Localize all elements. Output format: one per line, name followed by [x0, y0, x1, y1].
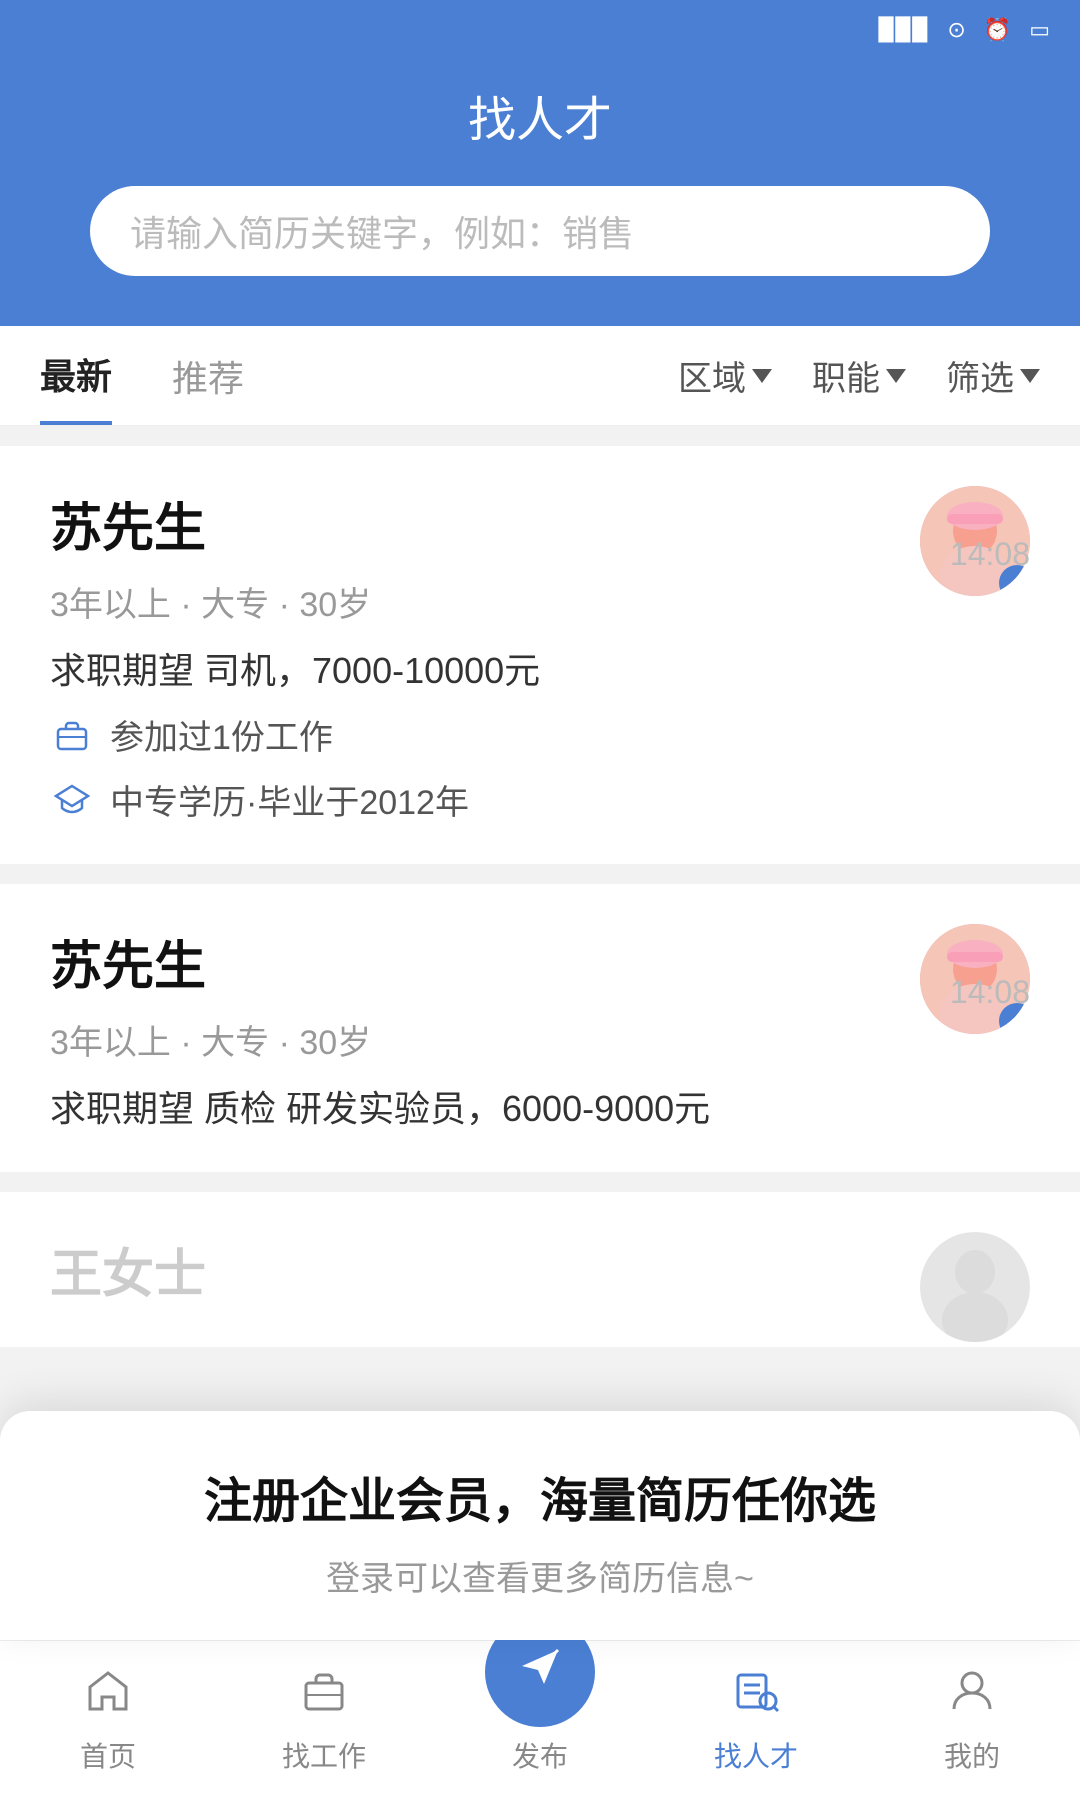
home-icon	[84, 1667, 132, 1727]
send-icon	[514, 1640, 566, 1704]
nav-profile-label: 我的	[944, 1735, 1000, 1775]
tab-filter-bar: 最新 推荐 区域 职能 筛选	[0, 326, 1080, 426]
nav-find-job-label: 找工作	[282, 1735, 366, 1775]
nav-publish-label: 发布	[512, 1735, 568, 1775]
filter-group: 区域 职能 筛选	[678, 351, 1040, 400]
person-icon	[948, 1667, 996, 1727]
briefcase-icon	[50, 713, 94, 757]
function-chevron-icon	[886, 369, 906, 383]
filter-function[interactable]: 职能	[812, 351, 906, 400]
nav-find-job[interactable]: 找工作	[216, 1667, 432, 1775]
candidate-card-1[interactable]: 苏先生 3年以上 · 大专 · 30岁 求职期望 司机，7000-10000元 …	[0, 446, 1080, 864]
work-exp-text-1: 参加过1份工作	[110, 710, 333, 759]
page-title: 找人才	[468, 80, 612, 150]
graduation-icon	[50, 778, 94, 822]
overlay-title: 注册企业会员，海量简历任你选	[204, 1461, 876, 1531]
tab-recommend[interactable]: 推荐	[172, 326, 244, 425]
avatar-3-blurred	[920, 1232, 1030, 1342]
wifi-icon: ⊙	[947, 17, 965, 43]
nav-home-label: 首页	[80, 1735, 136, 1775]
card-time-2: 14:08	[950, 974, 1030, 1011]
area-chevron-icon	[752, 369, 772, 383]
find-talent-icon	[732, 1667, 780, 1727]
alarm-icon: ⏰	[984, 17, 1011, 43]
battery-icon: ▭	[1029, 17, 1050, 43]
nav-profile[interactable]: 我的	[864, 1667, 1080, 1775]
candidate-info-2: 3年以上 · 大专 · 30岁	[50, 1015, 1030, 1064]
bottom-nav: 首页 找工作 发布	[0, 1640, 1080, 1800]
search-input[interactable]: 请输入简历关键字，例如：销售	[130, 205, 634, 257]
candidate-card-2[interactable]: 苏先生 3年以上 · 大专 · 30岁 求职期望 质检 研发实验员，6000-9…	[0, 884, 1080, 1172]
card-time-1: 14:08	[950, 536, 1030, 573]
header: 找人才 请输入简历关键字，例如：销售	[0, 60, 1080, 326]
screen-chevron-icon	[1020, 369, 1040, 383]
nav-home[interactable]: 首页	[0, 1667, 216, 1775]
overlay-subtitle: 登录可以查看更多简历信息~	[326, 1551, 754, 1600]
candidate-expect-1: 求职期望 司机，7000-10000元	[50, 642, 1030, 694]
content-area: 苏先生 3年以上 · 大专 · 30岁 求职期望 司机，7000-10000元 …	[0, 426, 1080, 1367]
candidate-name-2: 苏先生	[50, 924, 1030, 999]
search-bar[interactable]: 请输入简历关键字，例如：销售	[90, 186, 990, 276]
candidate-name-1: 苏先生	[50, 486, 1030, 561]
work-exp-tag-1: 参加过1份工作	[50, 710, 1030, 759]
nav-find-talent[interactable]: 找人才	[648, 1667, 864, 1775]
register-overlay: 注册企业会员，海量简历任你选 登录可以查看更多简历信息~	[0, 1411, 1080, 1640]
candidate-info-1: 3年以上 · 大专 · 30岁	[50, 577, 1030, 626]
candidate-card-3-blurred: 王女士	[0, 1192, 1080, 1347]
signal-icon: ▉▉▉	[879, 17, 930, 43]
education-tag-1: 中专学历·毕业于2012年	[50, 775, 1030, 824]
candidate-name-3: 王女士	[50, 1232, 1030, 1307]
candidate-expect-2: 求职期望 质检 研发实验员，6000-9000元	[50, 1080, 1030, 1132]
filter-screen[interactable]: 筛选	[946, 351, 1040, 400]
filter-area[interactable]: 区域	[678, 351, 772, 400]
briefcase-nav-icon	[300, 1667, 348, 1727]
tab-latest[interactable]: 最新	[40, 326, 112, 425]
nav-publish[interactable]: 发布	[432, 1617, 648, 1775]
status-bar: ▉▉▉ ⊙ ⏰ ▭	[0, 0, 1080, 60]
nav-find-talent-label: 找人才	[714, 1735, 798, 1775]
education-text-1: 中专学历·毕业于2012年	[110, 775, 469, 824]
